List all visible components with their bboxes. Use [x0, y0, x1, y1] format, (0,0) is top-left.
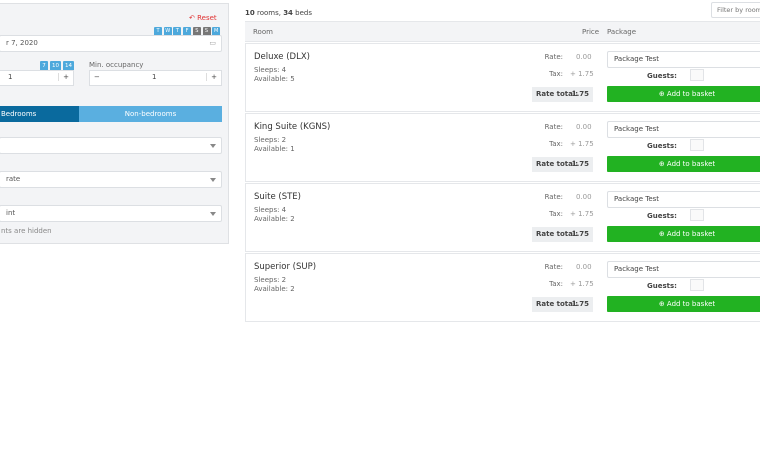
table-row: Deluxe (DLX) Sleeps: 4 Available: 5 Rate…: [245, 43, 760, 112]
min-occupancy-value: 1: [152, 73, 157, 81]
guests-input[interactable]: [690, 209, 704, 221]
caret-down-icon: [210, 144, 216, 148]
calendar-icon: ▭: [209, 39, 216, 47]
nights-stepper[interactable]: 1 +: [0, 70, 74, 86]
room-name: Suite (STE): [254, 192, 301, 202]
summary: 10 rooms, 34 beds: [245, 9, 313, 17]
caret-down-icon: [210, 212, 216, 216]
rate-total: Rate total: 1.75: [532, 297, 593, 312]
rate-label: Rate:: [544, 123, 563, 131]
package-select[interactable]: Package Test: [607, 191, 760, 208]
rate-select[interactable]: rate: [0, 171, 222, 188]
guests-input[interactable]: [690, 139, 704, 151]
rate-label: Rate:: [544, 53, 563, 61]
tax-value: + 1.75: [570, 70, 594, 78]
decrement-button[interactable]: −: [94, 73, 100, 81]
tab-non-bedrooms[interactable]: Non-bedrooms: [79, 106, 222, 122]
guests-input[interactable]: [690, 279, 704, 291]
tax-label: Tax:: [549, 280, 563, 288]
caret-down-icon: [210, 178, 216, 182]
undo-icon: ↶: [189, 14, 198, 22]
min-occupancy-stepper[interactable]: − 1 +: [89, 70, 222, 86]
min-occupancy-label: Min. occupancy: [89, 61, 144, 69]
tab-bedrooms[interactable]: Bedrooms: [0, 106, 79, 122]
guests-label: Guests:: [647, 282, 677, 290]
rate-label: Rate:: [544, 263, 563, 271]
select-1[interactable]: [0, 137, 222, 154]
rate-total: Rate total: 1.75: [532, 227, 593, 242]
tax-label: Tax:: [549, 70, 563, 78]
tax-value: + 1.75: [570, 140, 594, 148]
header-room: Room: [253, 28, 273, 36]
room-available: Available: 2: [254, 285, 295, 293]
room-sleeps: Sleeps: 2: [254, 136, 287, 144]
filter-input[interactable]: [711, 2, 760, 18]
increment-button[interactable]: +: [206, 73, 217, 81]
guests-label: Guests:: [647, 142, 677, 150]
guests-label: Guests:: [647, 212, 677, 220]
header-price: Price: [582, 28, 600, 36]
rate-value: 0.00: [576, 193, 592, 201]
rate-label: Rate:: [544, 193, 563, 201]
package-select[interactable]: Package Test: [607, 51, 760, 68]
plus-circle-icon: ⊕: [658, 230, 667, 238]
tax-value: + 1.75: [570, 210, 594, 218]
rate-total: Rate total: 1.75: [532, 157, 593, 172]
guests-input[interactable]: [690, 69, 704, 81]
room-name: Superior (SUP): [254, 262, 317, 272]
rate-value: 0.00: [576, 263, 592, 271]
room-sleeps: Sleeps: 2: [254, 276, 287, 284]
table-row: King Suite (KGNS) Sleeps: 2 Available: 1…: [245, 113, 760, 182]
rate-total: Rate total: 1.75: [532, 87, 593, 102]
room-name: Deluxe (DLX): [254, 52, 310, 62]
reset-button[interactable]: ↶ Reset: [189, 14, 217, 22]
room-available: Available: 1: [254, 145, 295, 153]
rate-value: 0.00: [576, 53, 592, 61]
plus-circle-icon: ⊕: [658, 90, 667, 98]
add-to-basket-button[interactable]: ⊕ Add to basket: [607, 226, 760, 242]
tax-value: + 1.75: [570, 280, 594, 288]
header-package: Package: [607, 28, 637, 36]
add-to-basket-button[interactable]: ⊕ Add to basket: [607, 86, 760, 102]
arrival-date-input[interactable]: r 7, 2020 ▭: [0, 35, 222, 52]
rate-value: 0.00: [576, 123, 592, 131]
package-select[interactable]: Package Test: [607, 121, 760, 138]
table-row: Superior (SUP) Sleeps: 2 Available: 2 Ra…: [245, 253, 760, 322]
add-to-basket-button[interactable]: ⊕ Add to basket: [607, 156, 760, 172]
table-row: Suite (STE) Sleeps: 4 Available: 2 Rate:…: [245, 183, 760, 252]
nights-value: 1: [8, 73, 13, 81]
room-sleeps: Sleeps: 4: [254, 66, 287, 74]
increment-button[interactable]: +: [58, 73, 69, 81]
search-panel: ↶ Reset TWTFSSM r 7, 2020 ▭ 7 10 14 Min. …: [0, 3, 229, 244]
room-sleeps: Sleeps: 4: [254, 206, 287, 214]
add-to-basket-button[interactable]: ⊕ Add to basket: [607, 296, 760, 312]
tax-label: Tax:: [549, 140, 563, 148]
room-available: Available: 2: [254, 215, 295, 223]
package-select[interactable]: Package Test: [607, 261, 760, 278]
select-3[interactable]: int: [0, 205, 222, 222]
room-name: King Suite (KGNS): [254, 122, 331, 132]
hidden-hint: nts are hidden: [1, 227, 52, 235]
tax-label: Tax:: [549, 210, 563, 218]
room-available: Available: 5: [254, 75, 295, 83]
guests-label: Guests:: [647, 72, 677, 80]
plus-circle-icon: ⊕: [658, 300, 667, 308]
plus-circle-icon: ⊕: [658, 160, 667, 168]
table-header: Room Price Package: [245, 21, 760, 42]
